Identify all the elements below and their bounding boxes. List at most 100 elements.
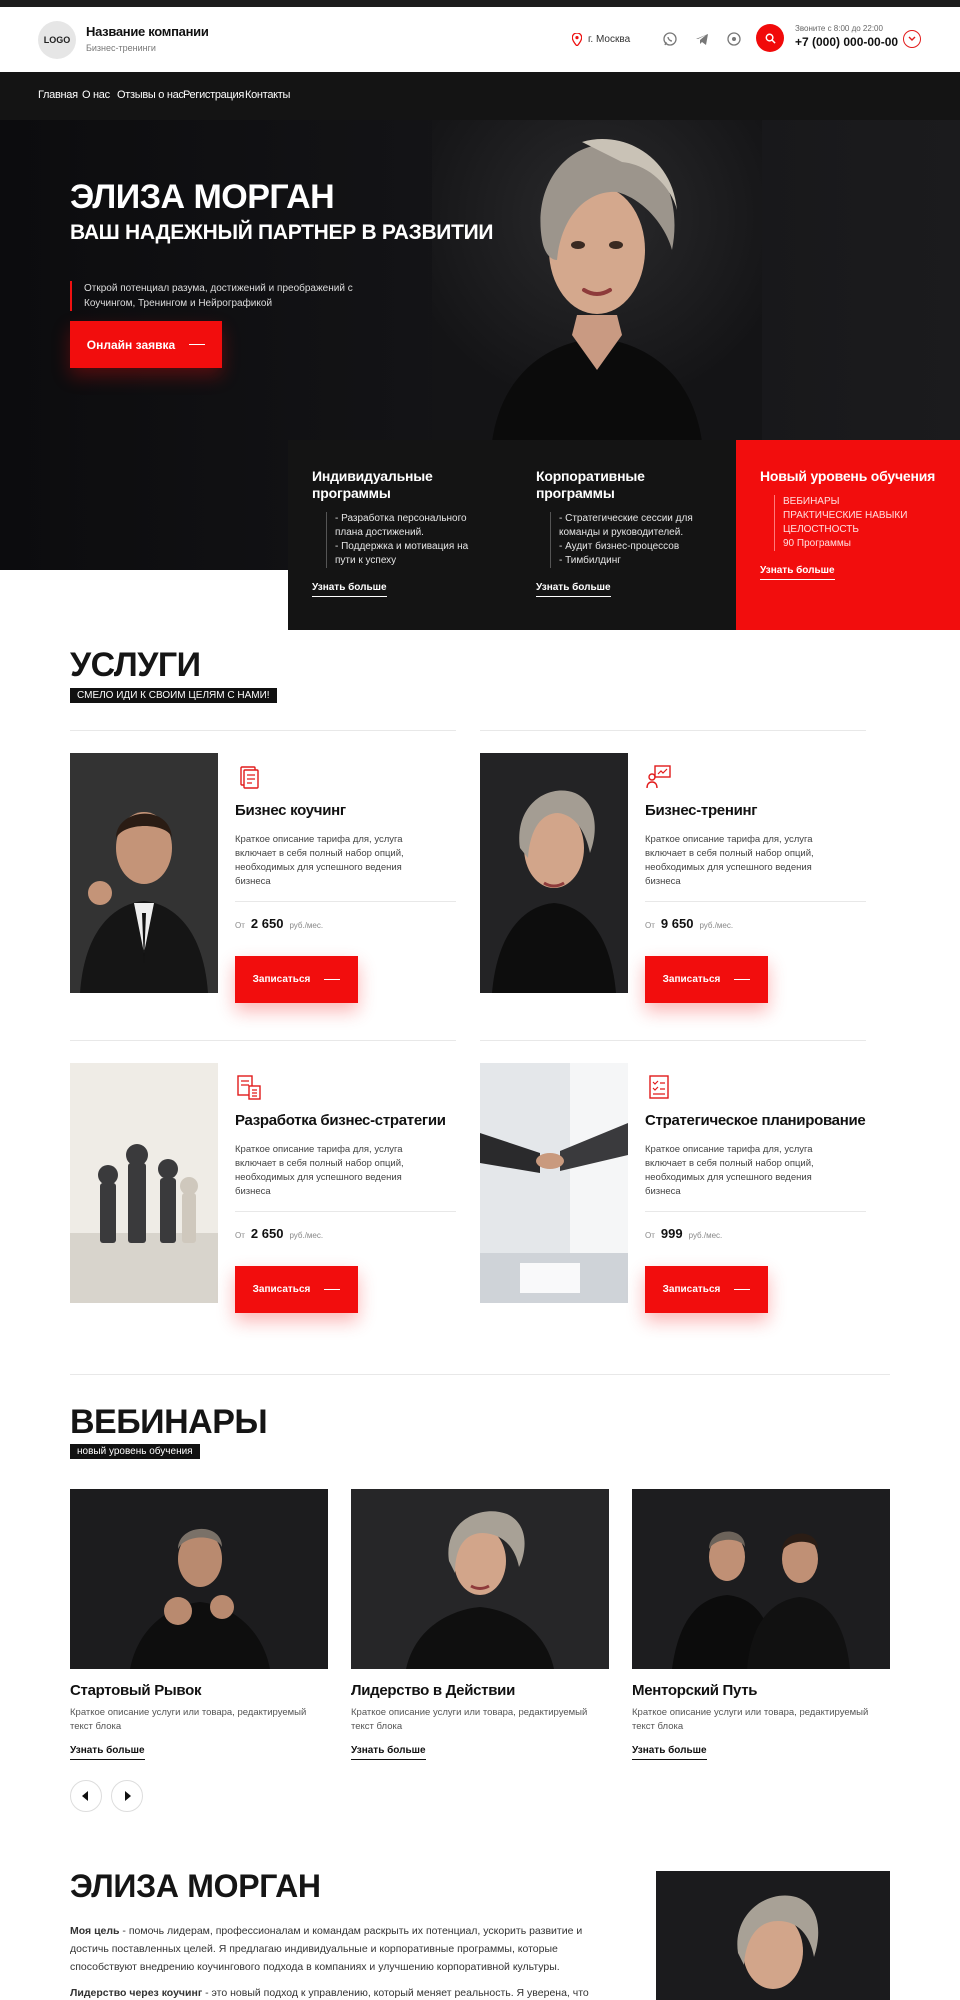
- search-button[interactable]: [756, 24, 784, 52]
- carousel-next-button[interactable]: [111, 1780, 143, 1812]
- webinar-more-link[interactable]: Узнать больше: [70, 1745, 145, 1760]
- logo[interactable]: LOGO: [38, 21, 76, 59]
- service-description: Краткое описание тарифа для, услуга вклю…: [645, 834, 814, 887]
- webinar-more-link[interactable]: Узнать больше: [632, 1745, 707, 1760]
- price-unit: руб./мес.: [699, 921, 734, 930]
- program-more-link[interactable]: Узнать больше: [760, 565, 835, 580]
- contacts-dropdown[interactable]: [903, 30, 921, 48]
- webinar-more-link[interactable]: Узнать больше: [351, 1745, 426, 1760]
- about-leadership-text: - это новый подход к управлению, который…: [202, 1987, 589, 1999]
- telegram-icon[interactable]: [694, 31, 710, 47]
- site-header: LOGO Название компании Бизнес-тренинги г…: [0, 7, 960, 72]
- signup-button[interactable]: Записаться: [235, 1266, 358, 1313]
- price-from: От: [235, 1231, 245, 1240]
- price-unit: руб./мес.: [289, 921, 324, 930]
- price-unit: руб./мес.: [688, 1231, 723, 1240]
- webinar-photo-mentor: [632, 1489, 890, 1669]
- price-from: От: [645, 921, 655, 930]
- signup-button[interactable]: Записаться: [645, 1266, 768, 1313]
- about-title: ЭЛИЗА МОРГАН: [70, 1868, 321, 1904]
- program-item: ПРАКТИЧЕСКИЕ НАВЫКИ: [783, 510, 908, 521]
- signup-label: Записаться: [662, 974, 721, 985]
- chevron-down-icon: [908, 36, 916, 41]
- nav-reviews[interactable]: Отзывы о нас: [117, 89, 184, 101]
- city-selector[interactable]: г. Москва: [572, 33, 630, 46]
- program-title: Корпоративные программы: [536, 468, 645, 501]
- price-from: От: [235, 921, 245, 930]
- program-title: Новый уровень обучения: [760, 468, 936, 484]
- divider: [70, 1374, 890, 1375]
- viber-icon[interactable]: [726, 31, 742, 47]
- hero-portrait: [432, 120, 762, 442]
- webinars-title: ВЕБИНАРЫ: [70, 1403, 268, 1441]
- about-paragraph-leadership: Лидерство через коучинг - это новый подх…: [70, 1984, 610, 2000]
- arrow-line-icon: [189, 343, 206, 346]
- service-title: Разработка бизнес-стратегии: [235, 1112, 446, 1129]
- nav-registration[interactable]: Регистрация: [183, 89, 244, 101]
- nav-about[interactable]: О нас: [82, 89, 110, 101]
- services-title: УСЛУГИ: [70, 646, 201, 684]
- service-price: От 9 650 руб./мес.: [645, 916, 733, 931]
- program-list: - Разработка персонального плана достиже…: [326, 512, 488, 568]
- divider: [235, 901, 456, 902]
- nav-contacts[interactable]: Контакты: [245, 89, 290, 101]
- program-list: - Стратегические сессии для команды и ру…: [550, 512, 712, 568]
- service-title: Стратегическое планирование: [645, 1112, 866, 1129]
- signup-button[interactable]: Записаться: [645, 956, 768, 1003]
- program-individual: Индивидуальные программы - Разработка пе…: [288, 440, 512, 630]
- online-request-button[interactable]: Онлайн заявка: [70, 321, 222, 368]
- price-value: 9 650: [660, 916, 694, 931]
- divider: [645, 1211, 866, 1212]
- phone-number[interactable]: +7 (000) 000-00-00: [795, 35, 898, 49]
- service-description: Краткое описание тарифа для, услуга вклю…: [235, 1144, 404, 1197]
- price-from: От: [645, 1231, 655, 1240]
- about-leadership-strong: Лидерство через коучинг: [70, 1987, 203, 1999]
- divider: [70, 730, 456, 731]
- document-stack-icon: [240, 766, 259, 789]
- webinar-title: Менторский Путь: [632, 1682, 758, 1699]
- divider: [480, 1040, 866, 1041]
- arrow-line-icon: [324, 978, 341, 981]
- arrow-line-icon: [734, 978, 751, 981]
- about-paragraph-goal: Моя цель - помочь лидерам, профессионала…: [70, 1922, 610, 1976]
- service-price: От 2 650 руб./мес.: [235, 916, 323, 931]
- hero-description: Открой потенциал разума, достижений и пр…: [70, 281, 380, 311]
- webinar-photo-start: [70, 1489, 328, 1669]
- price-unit: руб./мес.: [289, 1231, 324, 1240]
- hero-subtitle: ВАШ НАДЕЖНЫЙ ПАРТНЕР В РАЗВИТИИ: [70, 221, 494, 244]
- service-description: Краткое описание тарифа для, услуга вклю…: [645, 1144, 814, 1197]
- divider: [235, 1211, 456, 1212]
- program-item: - Поддержка и мотивация на пути к успеху: [335, 541, 469, 566]
- nav-home[interactable]: Главная: [38, 89, 78, 101]
- signup-button[interactable]: Записаться: [235, 956, 358, 1003]
- program-more-link[interactable]: Узнать больше: [312, 582, 387, 597]
- arrow-line-icon: [734, 1288, 751, 1291]
- top-strip: [0, 0, 960, 7]
- webinar-title: Лидерство в Действии: [351, 1682, 515, 1699]
- about-goal-strong: Моя цель: [70, 1925, 120, 1937]
- triangle-right-icon: [125, 1791, 131, 1801]
- webinars-tagline: новый уровень обучения: [70, 1444, 200, 1459]
- program-title: Индивидуальные программы: [312, 468, 433, 501]
- search-icon: [765, 33, 776, 44]
- program-item: - Аудит бизнес-процессов: [559, 541, 680, 552]
- program-more-link[interactable]: Узнать больше: [536, 582, 611, 597]
- about-portrait: [656, 1871, 890, 2000]
- services-tagline: СМЕЛО ИДИ К СВОИМ ЦЕЛЯМ С НАМИ!: [70, 688, 277, 703]
- webinar-description: Краткое описание услуги или товара, реда…: [632, 1707, 869, 1732]
- service-title: Бизнес коучинг: [235, 802, 346, 819]
- location-pin-icon: [572, 33, 582, 46]
- service-photo-planning: [480, 1063, 628, 1303]
- company-tagline: Бизнес-тренинги: [86, 43, 156, 53]
- program-item: - Стратегические сессии для команды и ру…: [559, 513, 693, 538]
- programs-strip: Индивидуальные программы - Разработка пе…: [288, 440, 960, 630]
- price-value: 999: [660, 1226, 683, 1241]
- program-list: ВЕБИНАРЫ ПРАКТИЧЕСКИЕ НАВЫКИ ЦЕЛОСТНОСТЬ…: [774, 495, 936, 551]
- carousel-prev-button[interactable]: [70, 1780, 102, 1812]
- webinar-description: Краткое описание услуги или товара, реда…: [70, 1707, 307, 1732]
- whatsapp-icon[interactable]: [662, 31, 678, 47]
- divider: [70, 1040, 456, 1041]
- triangle-left-icon: [82, 1791, 88, 1801]
- program-item: 90 Программы: [783, 538, 851, 549]
- signup-label: Записаться: [662, 1284, 721, 1295]
